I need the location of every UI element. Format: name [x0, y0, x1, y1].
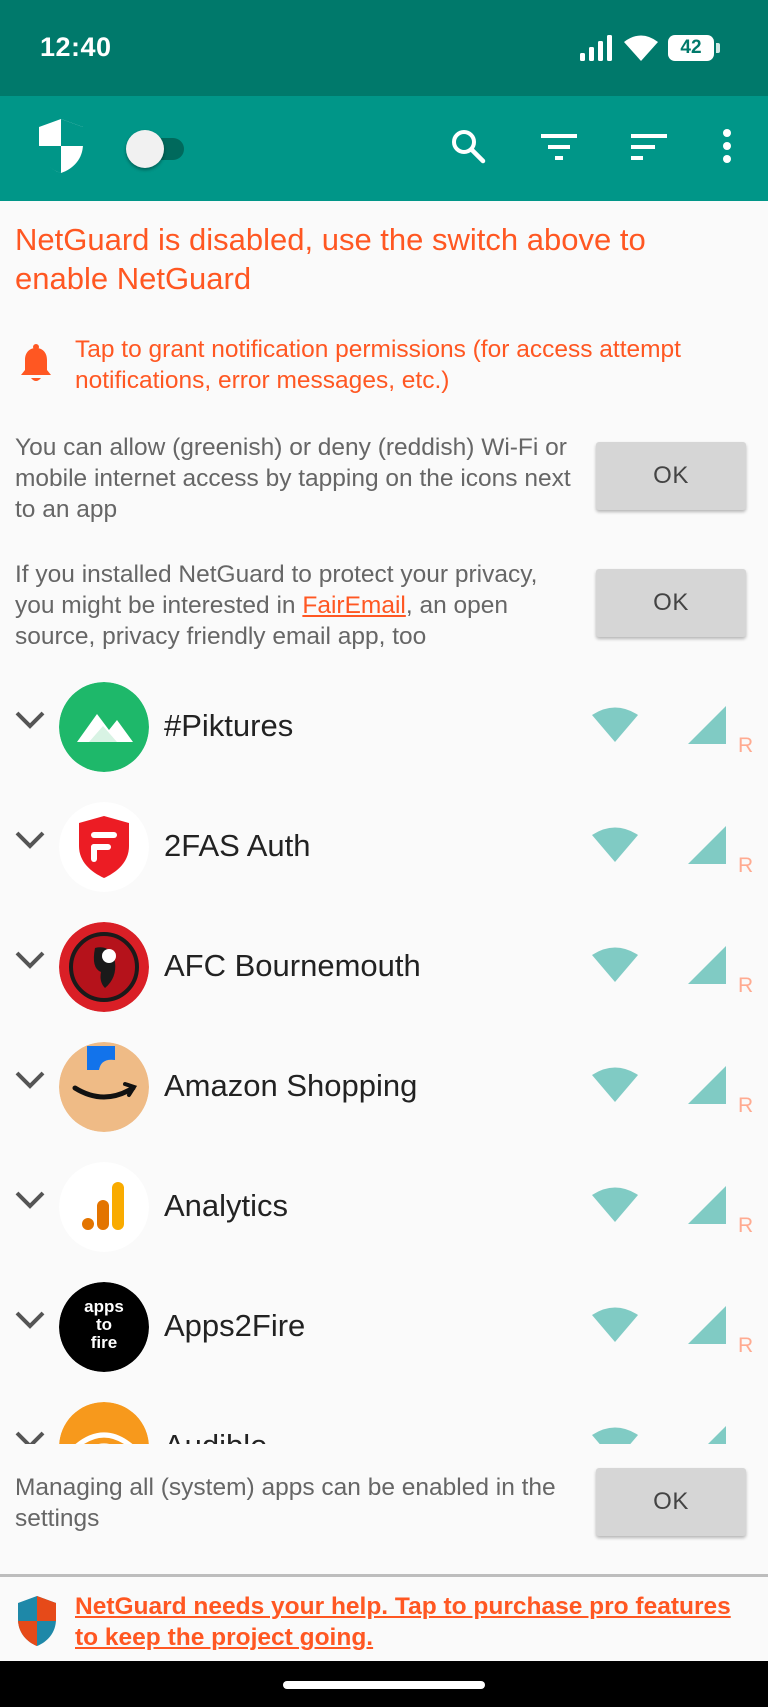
- mobile-allowed-icon[interactable]: [688, 1186, 726, 1224]
- mobile-allowed-icon[interactable]: [688, 1426, 726, 1444]
- battery-icon: 42: [668, 35, 720, 61]
- app-row[interactable]: apps to fire Apps2Fire R: [0, 1266, 768, 1386]
- wifi-allowed-icon[interactable]: [592, 946, 638, 982]
- audible-app-icon: [59, 1402, 149, 1444]
- system-apps-hint: Managing all (system) apps can be enable…: [0, 1444, 768, 1574]
- analytics-app-icon: [59, 1162, 149, 1252]
- more-vert-icon[interactable]: [712, 124, 742, 168]
- piktures-app-icon: [59, 682, 149, 772]
- shield-icon: [33, 116, 89, 176]
- filter-icon[interactable]: [538, 126, 580, 168]
- app-name: AFC Bournemouth: [164, 948, 421, 983]
- mobile-allowed-icon[interactable]: [688, 826, 726, 864]
- pro-banner[interactable]: NetGuard needs your help. Tap to purchas…: [0, 1577, 768, 1661]
- system-apps-hint-text: Managing all (system) apps can be enable…: [15, 1474, 556, 1532]
- 2fas-auth-app-icon: [59, 802, 149, 892]
- app-name: #Piktures: [164, 708, 294, 743]
- roaming-indicator: R: [738, 1214, 754, 1237]
- mobile-allowed-icon[interactable]: [688, 946, 726, 984]
- app-row[interactable]: Audible R: [0, 1386, 768, 1444]
- access-hint-text: You can allow (greenish) or deny (reddis…: [15, 434, 571, 523]
- status-icons: 42: [580, 32, 720, 64]
- bell-icon: [21, 344, 51, 381]
- netguard-disabled-warning[interactable]: NetGuard is disabled, use the switch abo…: [15, 220, 745, 298]
- fairemail-link[interactable]: FairEmail: [302, 592, 405, 619]
- access-hint-ok-button[interactable]: OK: [596, 442, 746, 510]
- app-list[interactable]: #Piktures R 2FAS Auth R AFC Bournemouth …: [0, 666, 768, 1444]
- chevron-down-icon[interactable]: [14, 1190, 46, 1210]
- netguard-logo-icon: [18, 1596, 56, 1646]
- roaming-indicator: R: [738, 734, 754, 757]
- pro-banner-text[interactable]: NetGuard needs your help. Tap to purchas…: [75, 1591, 755, 1653]
- mobile-allowed-icon[interactable]: [688, 1306, 726, 1344]
- app-name: Amazon Shopping: [164, 1068, 418, 1103]
- privacy-hint-ok-button[interactable]: OK: [596, 569, 746, 637]
- roaming-indicator: R: [738, 1334, 754, 1357]
- mobile-allowed-icon[interactable]: [688, 706, 726, 744]
- notification-permission-prompt[interactable]: Tap to grant notification permissions (f…: [15, 334, 755, 404]
- chevron-down-icon[interactable]: [14, 1070, 46, 1090]
- wifi-allowed-icon[interactable]: [592, 1426, 638, 1444]
- roaming-indicator: R: [738, 974, 754, 997]
- signal-icon: [580, 35, 612, 61]
- battery-level: 42: [680, 37, 702, 58]
- wifi-allowed-icon[interactable]: [592, 706, 638, 742]
- roaming-indicator: R: [738, 854, 754, 877]
- apps2fire-icon-word: fire: [91, 1333, 117, 1352]
- app-name: Apps2Fire: [164, 1308, 306, 1343]
- wifi-allowed-icon[interactable]: [592, 1186, 638, 1222]
- app-name: Analytics: [164, 1188, 289, 1223]
- apps2fire-icon-word: apps: [84, 1297, 124, 1316]
- system-apps-ok-button[interactable]: OK: [596, 1468, 746, 1536]
- wifi-allowed-icon[interactable]: [592, 826, 638, 862]
- sort-icon[interactable]: [628, 126, 670, 168]
- chevron-down-icon[interactable]: [14, 830, 46, 850]
- chevron-down-icon[interactable]: [14, 950, 46, 970]
- status-bar: 12:40 42: [0, 0, 768, 96]
- app-row[interactable]: Amazon Shopping R: [0, 1026, 768, 1146]
- mobile-allowed-icon[interactable]: [688, 1066, 726, 1104]
- amazon-shopping-app-icon: [59, 1042, 149, 1132]
- app-toolbar: [0, 96, 768, 201]
- switch-thumb: [126, 130, 164, 168]
- chevron-down-icon[interactable]: [14, 710, 46, 730]
- wifi-status-icon: [624, 35, 658, 61]
- app-row[interactable]: 2FAS Auth R: [0, 786, 768, 906]
- afc-bournemouth-app-icon: [59, 922, 149, 1012]
- chevron-down-icon[interactable]: [14, 1310, 46, 1330]
- status-time: 12:40: [40, 32, 112, 62]
- app-row[interactable]: AFC Bournemouth R: [0, 906, 768, 1026]
- apps2fire-icon-word: to: [96, 1315, 112, 1334]
- wifi-allowed-icon[interactable]: [592, 1066, 638, 1102]
- wifi-allowed-icon[interactable]: [592, 1306, 638, 1342]
- search-icon[interactable]: [446, 124, 490, 168]
- notification-permission-text: Tap to grant notification permissions (f…: [75, 336, 681, 394]
- netguard-enable-switch[interactable]: [126, 128, 186, 168]
- home-gesture-handle[interactable]: [283, 1681, 485, 1689]
- apps2fire-app-icon: apps to fire: [59, 1282, 149, 1372]
- navigation-bar: [0, 1661, 768, 1707]
- app-name: 2FAS Auth: [164, 828, 311, 863]
- chevron-down-icon[interactable]: [14, 1430, 46, 1444]
- app-row[interactable]: #Piktures R: [0, 666, 768, 786]
- privacy-hint-text: If you installed NetGuard to protect you…: [15, 559, 575, 652]
- app-name: Audible: [164, 1428, 267, 1444]
- app-row[interactable]: Analytics R: [0, 1146, 768, 1266]
- roaming-indicator: R: [738, 1094, 754, 1117]
